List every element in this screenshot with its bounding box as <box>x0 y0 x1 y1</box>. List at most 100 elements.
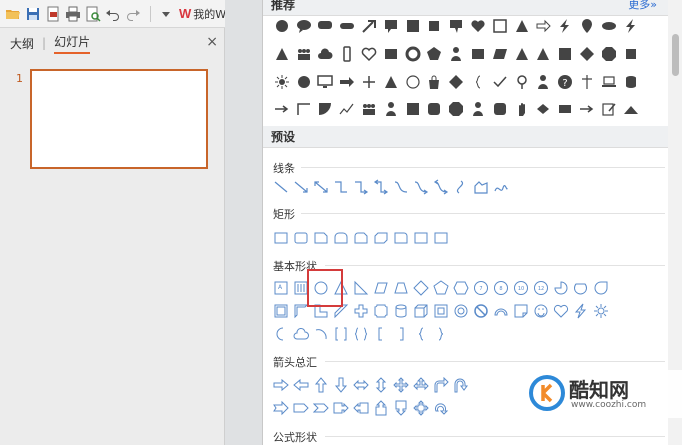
text-box-shape[interactable]: A <box>271 278 291 298</box>
plaque-shape[interactable] <box>371 301 391 321</box>
cloud-outline-shape[interactable] <box>291 324 311 344</box>
square-outline-shape[interactable] <box>489 16 511 36</box>
bent-arrow-shape[interactable] <box>431 375 451 395</box>
pentagon-shape[interactable] <box>424 44 446 64</box>
elbow-double-arrow-connector-shape[interactable] <box>371 177 391 197</box>
chevron-shape[interactable] <box>311 398 331 418</box>
checkmark-shape[interactable] <box>489 72 511 92</box>
down-arrow-callout-shape[interactable] <box>391 398 411 418</box>
circle-shape[interactable] <box>293 72 315 92</box>
cross-outline-shape[interactable] <box>351 301 371 321</box>
right-brace-shape[interactable] <box>431 324 451 344</box>
double-bracket-shape[interactable] <box>331 324 351 344</box>
square-shape[interactable] <box>402 99 424 119</box>
square-shape[interactable] <box>402 16 424 36</box>
right-bracket-shape[interactable] <box>391 324 411 344</box>
cross-shape[interactable] <box>576 72 598 92</box>
arrow-right-shape[interactable] <box>271 99 293 119</box>
person-icon[interactable] <box>467 99 489 119</box>
trapezoid-shape[interactable] <box>391 278 411 298</box>
cylinder-shape[interactable] <box>620 72 642 92</box>
left-bracket-shape[interactable] <box>371 324 391 344</box>
speech-callout-shape[interactable] <box>380 16 402 36</box>
down-arrow-shape[interactable] <box>331 375 351 395</box>
dropdown-icon[interactable] <box>157 5 175 23</box>
block-arc-shape[interactable] <box>491 301 511 321</box>
people-icon[interactable] <box>293 44 315 64</box>
diamond-shape[interactable] <box>445 72 467 92</box>
elbow-arrow-connector-shape[interactable] <box>351 177 371 197</box>
plus-shape[interactable] <box>358 72 380 92</box>
ellipse-shape[interactable] <box>598 16 620 36</box>
chord-shape[interactable] <box>571 278 591 298</box>
rectangle-shape[interactable] <box>380 44 402 64</box>
donut-outline-shape[interactable] <box>451 301 471 321</box>
octagon-outline-shape[interactable]: 8 <box>491 278 511 298</box>
triangle-shape[interactable] <box>511 16 533 36</box>
print-preview-icon[interactable] <box>84 5 102 23</box>
triangle-shape[interactable] <box>380 72 402 92</box>
arc-shape[interactable] <box>311 324 331 344</box>
double-arrow-line-shape[interactable] <box>311 177 331 197</box>
triangle-shape[interactable] <box>271 44 293 64</box>
tab-outline[interactable]: 大纲 <box>10 35 34 52</box>
rounded-rectangle-outline-shape[interactable] <box>291 228 311 248</box>
circle-outline-shape[interactable] <box>402 72 424 92</box>
redo-icon[interactable] <box>124 5 142 23</box>
parallelogram-outline-shape[interactable] <box>371 278 391 298</box>
heart-outline-shape[interactable] <box>551 301 571 321</box>
pentagon-outline-shape[interactable] <box>431 278 451 298</box>
circle-shape[interactable] <box>271 16 293 36</box>
arrow-right-shape[interactable] <box>336 72 358 92</box>
callout-shape[interactable] <box>445 16 467 36</box>
smiley-face-shape[interactable] <box>531 301 551 321</box>
person-icon[interactable] <box>380 99 402 119</box>
cube-shape[interactable] <box>411 301 431 321</box>
left-arrow-shape[interactable] <box>291 375 311 395</box>
brace-shape[interactable] <box>467 72 489 92</box>
square-shape[interactable] <box>424 16 446 36</box>
arrow-diagonal-shape[interactable] <box>358 16 380 36</box>
triangle-shape[interactable] <box>511 44 533 64</box>
rectangle-shape[interactable] <box>554 99 576 119</box>
person-icon[interactable] <box>445 44 467 64</box>
octagon-shape[interactable] <box>598 44 620 64</box>
triangle-shape[interactable] <box>533 44 555 64</box>
notched-right-arrow-shape[interactable] <box>271 398 291 418</box>
u-turn-arrow-shape[interactable] <box>451 375 471 395</box>
left-right-arrow-shape[interactable] <box>351 375 371 395</box>
diamond-shape[interactable] <box>576 44 598 64</box>
frame-shape[interactable] <box>271 301 291 321</box>
teardrop-shape[interactable] <box>591 278 611 298</box>
right-triangle-shape[interactable] <box>351 278 371 298</box>
open-icon[interactable] <box>4 5 22 23</box>
bag-shape[interactable] <box>424 72 446 92</box>
close-icon[interactable]: × <box>206 34 218 50</box>
curved-arrow-connector-shape[interactable] <box>411 177 431 197</box>
rectangle-outline-shape[interactable] <box>411 228 431 248</box>
quad-arrow-shape[interactable] <box>391 375 411 395</box>
arrow-right-shape[interactable] <box>533 16 555 36</box>
heptagon-shape[interactable]: 7 <box>471 278 491 298</box>
rounded-square-shape[interactable] <box>424 99 446 119</box>
dodecagon-shape[interactable]: 12 <box>531 278 551 298</box>
right-arrow-callout-shape[interactable] <box>331 398 351 418</box>
snip-round-rectangle-shape[interactable] <box>351 228 371 248</box>
curve-shape[interactable] <box>451 177 471 197</box>
rect-callout-shape[interactable] <box>315 16 337 36</box>
pie-shape[interactable] <box>551 278 571 298</box>
left-right-up-arrow-shape[interactable] <box>411 375 431 395</box>
diamond-outline-shape[interactable] <box>411 278 431 298</box>
people-icon[interactable] <box>358 99 380 119</box>
lightning-shape[interactable] <box>554 16 576 36</box>
sun-shape[interactable] <box>271 72 293 92</box>
print-icon[interactable] <box>64 5 82 23</box>
heart-shape[interactable] <box>467 16 489 36</box>
arrow-line-shape[interactable] <box>291 177 311 197</box>
rectangle-shape[interactable] <box>467 44 489 64</box>
sun-outline-shape[interactable] <box>591 301 611 321</box>
up-arrow-callout-shape[interactable] <box>371 398 391 418</box>
no-symbol-shape[interactable] <box>471 301 491 321</box>
pin-shape[interactable] <box>576 16 598 36</box>
undo-icon[interactable] <box>104 5 122 23</box>
